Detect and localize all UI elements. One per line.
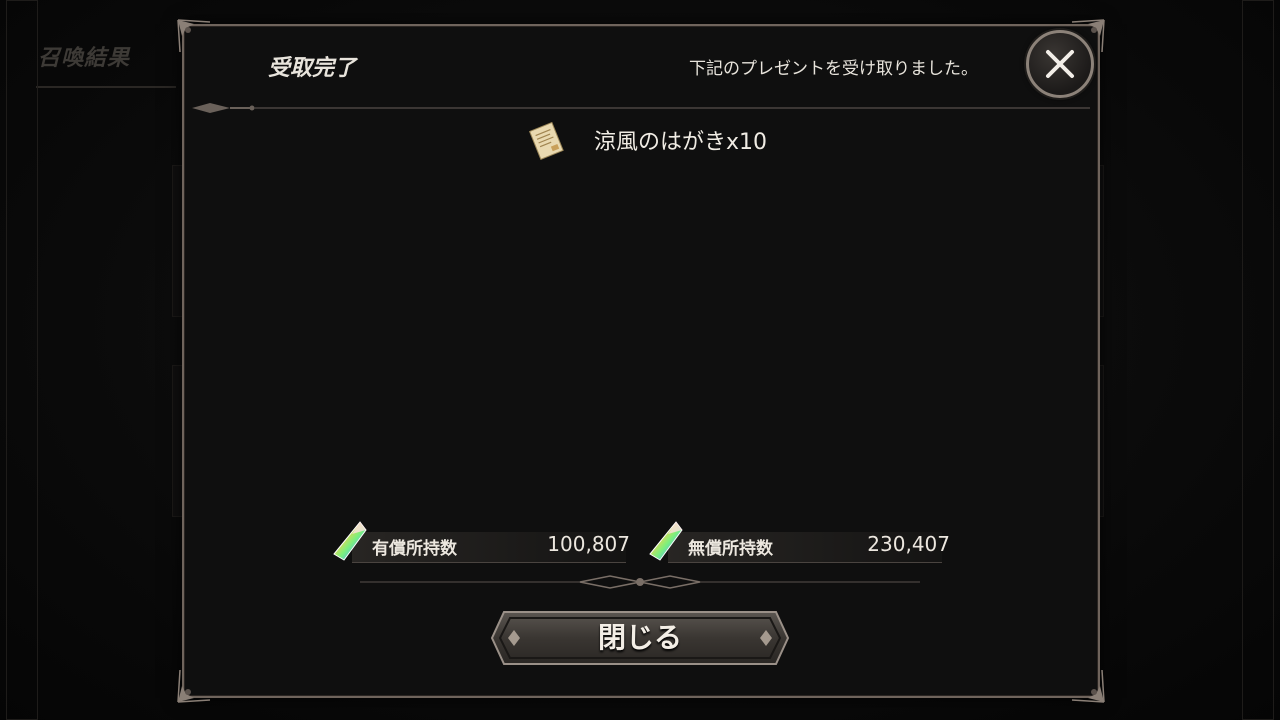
free-crystal-count: 無償所持数 230,407 xyxy=(646,520,950,566)
receive-complete-dialog: 受取完了 下記のプレゼントを受け取りました。 涼風のはがきx10 xyxy=(177,19,1105,703)
close-button-label: 閉じる xyxy=(597,621,682,654)
close-dialog-button[interactable]: 閉じる xyxy=(490,608,790,668)
background-right-frame xyxy=(1242,0,1274,720)
close-x-button[interactable] xyxy=(1026,30,1094,98)
currency-value: 230,407 xyxy=(867,532,950,556)
header-divider xyxy=(190,100,1094,114)
currency-value: 100,807 xyxy=(547,532,630,556)
corner-ornament xyxy=(174,666,214,706)
currency-label: 有償所持数 xyxy=(372,539,457,559)
close-x-icon xyxy=(1046,50,1074,78)
currency-label: 無償所持数 xyxy=(688,539,773,559)
ornamental-divider xyxy=(360,572,920,592)
corner-ornament xyxy=(1068,666,1108,706)
dialog-title: 受取完了 xyxy=(268,56,357,81)
crystal-icon xyxy=(649,521,683,561)
background-left-frame xyxy=(6,0,38,720)
dialog-message: 下記のプレゼントを受け取りました。 xyxy=(689,59,978,79)
crystal-icon xyxy=(333,521,367,561)
background-screen-title: 召喚結果 xyxy=(38,46,131,71)
reward-name: 涼風のはがきx10 xyxy=(594,130,768,155)
paid-crystal-count: 有償所持数 100,807 xyxy=(330,520,630,566)
reward-item: 涼風のはがきx10 xyxy=(526,120,767,160)
postcard-icon xyxy=(528,121,564,160)
corner-ornament xyxy=(174,16,214,56)
background-title-underline xyxy=(36,86,176,88)
